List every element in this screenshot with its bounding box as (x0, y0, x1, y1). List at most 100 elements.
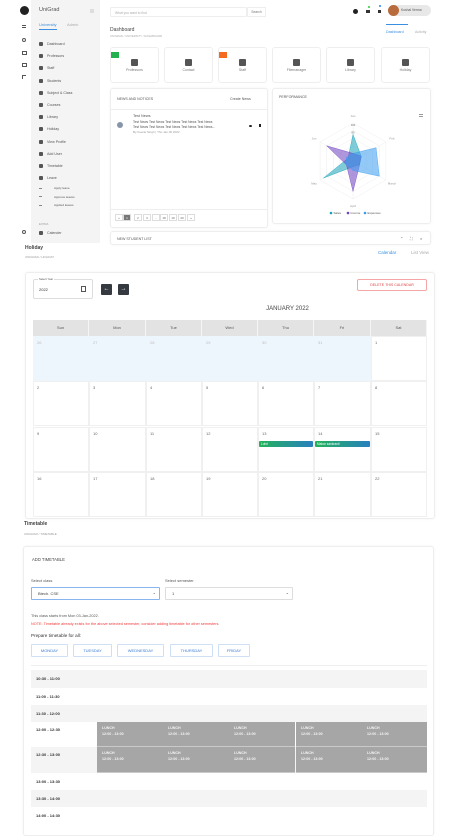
page-button[interactable]: « (115, 214, 123, 221)
prepare-thursday-button[interactable]: THURSDAY (170, 644, 213, 657)
fullscreen-icon[interactable]: ⛶ (410, 236, 413, 241)
calendar-day[interactable]: 4 (146, 381, 202, 426)
search-button[interactable]: Search (247, 7, 266, 17)
calendar-icon[interactable] (81, 286, 86, 292)
calendar-day[interactable]: 1 (371, 336, 427, 381)
collapse-icon[interactable]: ⌃ (400, 236, 403, 241)
calendar-day[interactable]: 15 (371, 427, 427, 472)
tab-activity[interactable]: Activity (415, 30, 426, 34)
lunch-cell[interactable]: LUNCH 12:00 - 13:00 (229, 722, 295, 747)
sidebar-item-view-profile[interactable]: View Profile (39, 139, 66, 144)
page-button[interactable]: 19 (169, 214, 177, 221)
view-icon[interactable] (249, 125, 252, 127)
class-select[interactable]: Btech. CSE ⌄ (31, 587, 160, 600)
search-icon[interactable] (22, 38, 26, 42)
calendar-day[interactable]: 21 (314, 472, 371, 517)
lunch-cell[interactable]: LUNCH 12:00 - 13:00 (163, 747, 229, 773)
tab-dashboard[interactable]: Dashboard (386, 30, 404, 34)
calendar-day[interactable]: 7 (314, 381, 371, 426)
lunch-cell[interactable]: LUNCH 12:00 - 13:00 (362, 747, 427, 773)
tile-professors[interactable]: Professors (110, 47, 159, 83)
tab-calendar[interactable]: Calendar (378, 250, 396, 255)
delete-calendar-button[interactable]: DELETE THIS CALENDAR (357, 279, 427, 291)
sidebar-item-leave[interactable]: Leave (39, 176, 57, 181)
notification-icon[interactable] (378, 5, 381, 13)
calendar-day[interactable]: 29 (202, 336, 258, 381)
calendar-day[interactable]: 27 (89, 336, 146, 381)
inbox-icon[interactable] (22, 51, 27, 55)
calendar-day[interactable]: 18 (146, 472, 202, 517)
lunch-cell[interactable]: LUNCH 12:00 - 13:00 (163, 722, 229, 747)
sidebar-toggle-icon[interactable] (90, 9, 94, 13)
calendar-day[interactable]: 16 (33, 472, 89, 517)
tile-contact[interactable]: Contact (164, 47, 213, 83)
lunch-cell[interactable]: LUNCH 12:00 - 13:00 (97, 722, 163, 747)
sidebar-item-subject-class[interactable]: Subject & Class (39, 90, 72, 95)
sidebar-item-library[interactable]: Library (39, 115, 58, 120)
sidebar-subitem-applied-leaves[interactable]: Applied leaves (39, 203, 74, 207)
news-item-title[interactable]: Test News (133, 114, 151, 118)
sidebar-item-calendar[interactable]: Calender (39, 231, 62, 235)
calendar-day[interactable]: 3 (89, 381, 146, 426)
power-icon[interactable] (22, 230, 26, 234)
page-button[interactable]: 18 (160, 214, 168, 221)
calendar-day[interactable]: 28 (146, 336, 202, 381)
year-picker[interactable]: Select Year 2022 (33, 277, 93, 299)
calendar-day[interactable]: 11 (146, 427, 202, 472)
lunch-cell[interactable]: LUNCH 12:00 - 13:00 (97, 747, 163, 773)
tile-filemanager[interactable]: Filemanager (272, 47, 321, 83)
close-icon[interactable]: × (420, 236, 422, 241)
tile-holiday[interactable]: Holiday (381, 47, 430, 83)
page-button[interactable]: ... (152, 214, 160, 221)
menu-icon[interactable] (22, 25, 26, 28)
sidebar-item-students[interactable]: Students (39, 78, 61, 83)
tab-list-view[interactable]: List View (411, 250, 429, 255)
search-input[interactable]: What you want to find (110, 7, 247, 17)
sidebar-item-professors[interactable]: Professors (39, 54, 64, 59)
user-menu[interactable]: Kushal Verma (388, 5, 431, 16)
calendar-day[interactable]: 19 (202, 472, 258, 517)
page-button[interactable]: » (187, 214, 195, 221)
prepare-wednesday-button[interactable]: WEDNESDAY (117, 644, 164, 657)
page-button[interactable]: 3 (143, 214, 151, 221)
share-icon[interactable] (22, 75, 26, 79)
prev-button[interactable]: ← (101, 284, 112, 295)
lunch-cell[interactable]: LUNCH 12:00 - 13:00 (362, 722, 427, 747)
next-button[interactable]: → (118, 284, 129, 295)
prepare-friday-button[interactable]: FRIDAY (218, 644, 250, 657)
semester-select[interactable]: 1 ⌄ (165, 587, 293, 600)
calendar-day[interactable]: 10 (89, 427, 146, 472)
sidebar-subitem-apply-leave[interactable]: Apply leave (39, 186, 70, 190)
calendar-day[interactable]: 14 (314, 427, 371, 472)
page-button[interactable]: 20 (178, 214, 186, 221)
folder-icon[interactable] (22, 63, 27, 67)
delete-icon[interactable] (259, 124, 261, 127)
page-button[interactable]: 1 (123, 214, 131, 221)
tile-library[interactable]: Library (326, 47, 375, 83)
mail-icon[interactable] (366, 6, 370, 13)
page-button[interactable]: 2 (134, 214, 142, 221)
sidebar-item-timetable[interactable]: Timetable (39, 164, 63, 168)
calendar-day[interactable]: 8 (371, 381, 427, 426)
calendar-day[interactable]: 12 (202, 427, 258, 472)
calendar-day[interactable]: 9 (33, 427, 89, 472)
holiday-event[interactable]: Makar sankranti (315, 441, 370, 447)
sidebar-item-staff[interactable]: Staff (39, 66, 54, 71)
theme-toggle-icon[interactable] (353, 9, 358, 14)
calendar-day[interactable]: 13 (258, 427, 314, 472)
create-news-button[interactable]: Create News (230, 97, 251, 101)
lunch-cell[interactable]: LUNCH 12:00 - 13:00 (296, 747, 362, 773)
sidebar-item-holiday[interactable]: Holiday (39, 127, 59, 132)
sidebar-item-dashboard[interactable]: Dashboard (39, 42, 65, 46)
tab-university[interactable]: University (39, 22, 57, 30)
calendar-day[interactable]: 31 (314, 336, 371, 381)
sidebar-item-add-user[interactable]: Add User (39, 151, 62, 156)
tab-admin[interactable]: Admin (67, 22, 78, 27)
calendar-day[interactable]: 26 (33, 336, 89, 381)
calendar-day[interactable]: 6 (258, 381, 314, 426)
calendar-day[interactable]: 30 (258, 336, 314, 381)
prepare-tuesday-button[interactable]: TUESDAY (73, 644, 112, 657)
holiday-event[interactable]: Lohri (259, 441, 313, 447)
sidebar-item-courses[interactable]: Courses (39, 103, 60, 107)
calendar-day[interactable]: 5 (202, 381, 258, 426)
